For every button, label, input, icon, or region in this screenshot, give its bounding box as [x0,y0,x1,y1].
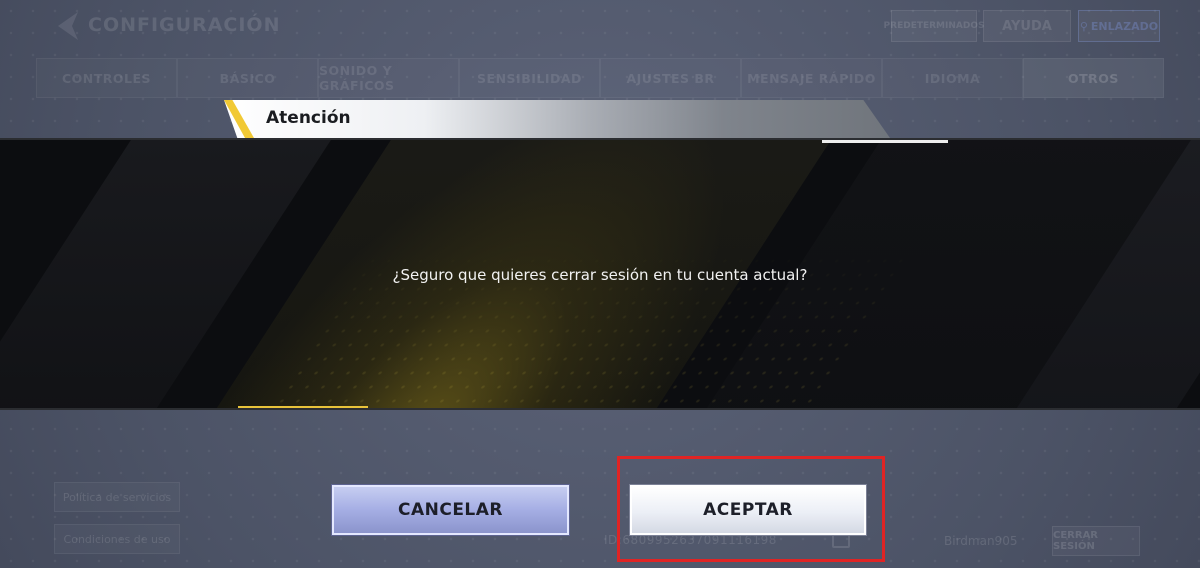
tab-sonido-graficos[interactable]: SONIDO Y GRÁFICOS [318,58,459,98]
modal-title: Atención [266,108,351,128]
tab-idioma[interactable]: IDIOMA [882,58,1023,98]
terms-button[interactable]: Condiciones de uso [54,524,180,554]
accept-button[interactable]: ACEPTAR [630,485,866,535]
link-button-label: ENLAZADO [1090,19,1159,33]
link-icon: ⚲ [1079,19,1088,33]
page-title: CONFIGURACIÓN [88,14,281,36]
tab-sensibilidad[interactable]: SENSIBILIDAD [459,58,600,98]
service-policy-button[interactable]: Política de servicios [54,482,180,512]
white-accent-line [822,140,948,143]
gold-accent-line [238,406,368,408]
tab-controles[interactable]: CONTROLES [36,58,177,98]
settings-topbar: CONFIGURACIÓN PREDETERMINADOS AYUDA ⚲ EN… [0,0,1200,52]
cancel-button[interactable]: CANCELAR [332,485,569,535]
settings-tabs: CONTROLES BÁSICO SONIDO Y GRÁFICOS SENSI… [36,58,1164,98]
username: Birdman905 [944,534,1018,548]
modal-message: ¿Seguro que quieres cerrar sesión en tu … [392,266,808,284]
tab-ajustes-br[interactable]: AJUSTES BR [600,58,741,98]
tab-otros[interactable]: OTROS [1023,58,1164,98]
tab-mensaje-rapido[interactable]: MENSAJE RÁPIDO [741,58,882,98]
help-button[interactable]: AYUDA [983,10,1071,42]
logout-small-button[interactable]: CERRAR SESIÓN [1052,526,1140,556]
account-id: ID:6809952637091116198 [604,533,777,547]
presets-button[interactable]: PREDETERMINADOS [884,10,984,42]
link-button[interactable]: ⚲ ENLAZADO [1078,10,1160,42]
tab-basico[interactable]: BÁSICO [177,58,318,98]
back-chevron-icon[interactable] [52,10,82,42]
modal-body: ¿Seguro que quieres cerrar sesión en tu … [0,138,1200,410]
